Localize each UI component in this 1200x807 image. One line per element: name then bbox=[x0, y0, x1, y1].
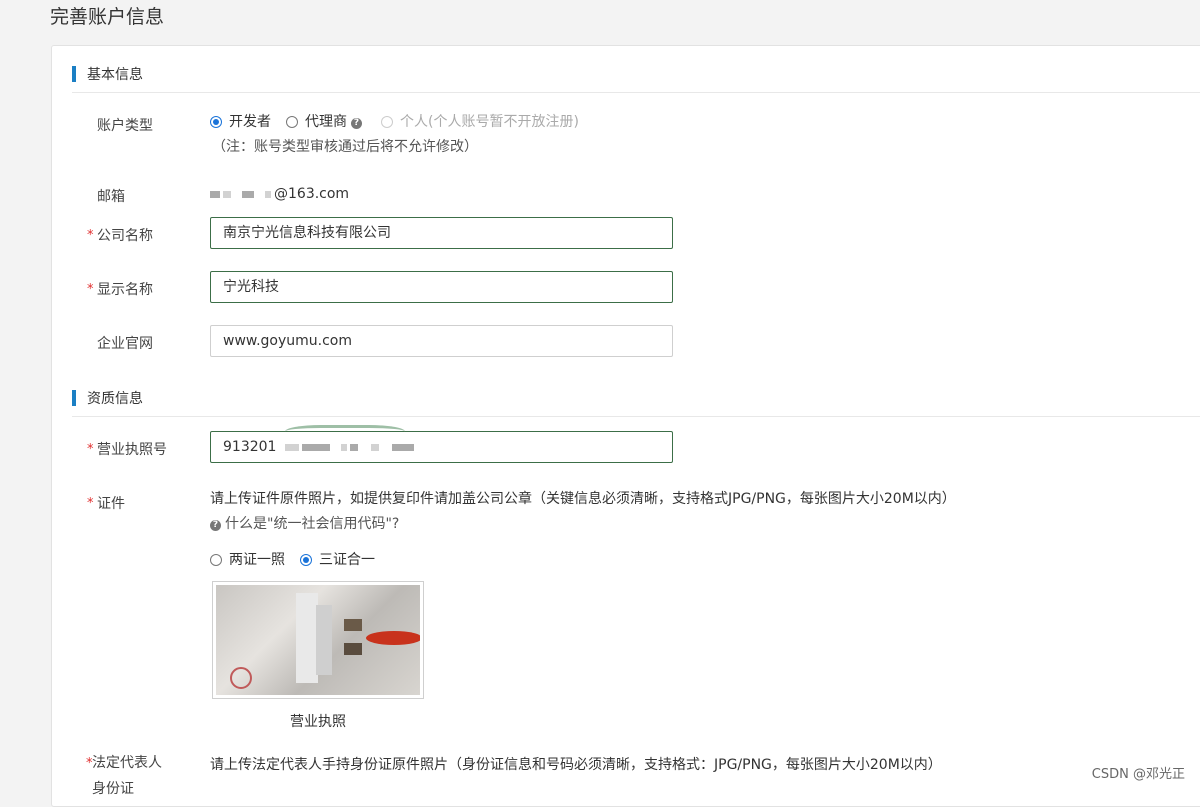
radio-checked-icon bbox=[300, 554, 312, 566]
thumbnail-caption: 营业执照 bbox=[290, 714, 346, 730]
required-mark: * bbox=[87, 496, 94, 511]
redaction-mask bbox=[391, 443, 414, 451]
section-basic-info: 基本信息 bbox=[72, 46, 1200, 93]
website-input[interactable]: www.goyumu.com bbox=[210, 325, 673, 357]
business-license-thumbnail[interactable] bbox=[212, 581, 424, 699]
radio-personal: 个人(个人账号暂不开放注册) bbox=[381, 111, 579, 131]
radio-three-in-one[interactable]: 三证合一 bbox=[300, 549, 375, 569]
redaction-mask bbox=[284, 443, 299, 451]
license-number-label: 营业执照号 bbox=[97, 442, 167, 458]
website-label: 企业官网 bbox=[97, 336, 153, 352]
account-type-label: 账户类型 bbox=[97, 118, 153, 134]
redaction-mask bbox=[223, 190, 231, 198]
radio-agent[interactable]: 代理商? bbox=[286, 111, 362, 131]
help-icon: ? bbox=[210, 520, 221, 531]
required-mark: * bbox=[87, 228, 94, 243]
certificate-instruction: 请上传证件原件照片，如提供复印件请加盖公司公章（关键信息必须清晰，支持格式JPG… bbox=[210, 491, 956, 507]
section-title: 资质信息 bbox=[87, 391, 143, 407]
redaction-mask bbox=[242, 190, 254, 198]
email-value: @163.com bbox=[210, 186, 349, 202]
radio-disabled-icon bbox=[381, 116, 393, 128]
radio-checked-icon bbox=[210, 116, 222, 128]
redaction-mask bbox=[349, 443, 358, 451]
legal-rep-label: 法定代表人 bbox=[92, 755, 162, 771]
company-name-input[interactable]: 南京宁光信息科技有限公司 bbox=[210, 217, 673, 249]
radio-two-certs[interactable]: 两证一照 bbox=[210, 549, 285, 569]
redaction-mask bbox=[301, 443, 330, 451]
certificate-label: 证件 bbox=[97, 496, 125, 512]
stamp-mark bbox=[230, 667, 252, 689]
section-title: 基本信息 bbox=[87, 67, 143, 83]
display-name-input[interactable]: 宁光科技 bbox=[210, 271, 673, 303]
display-name-label: 显示名称 bbox=[97, 282, 153, 298]
company-name-label: 公司名称 bbox=[97, 228, 153, 244]
email-label: 邮箱 bbox=[97, 189, 125, 205]
legal-rep-instruction: 请上传法定代表人手持身份证原件照片（身份证信息和号码必须清晰，支持格式：JPG/… bbox=[210, 757, 942, 773]
required-mark: * bbox=[87, 282, 94, 297]
section-accent-bar bbox=[72, 66, 76, 82]
legal-rep-label-line2: 身份证 bbox=[92, 781, 134, 797]
seal-mark bbox=[366, 631, 420, 645]
redaction-mask bbox=[265, 190, 271, 198]
redaction-mask bbox=[210, 190, 220, 198]
account-type-note: （注：账号类型审核通过后将不允许修改） bbox=[212, 139, 478, 155]
section-accent-bar bbox=[72, 390, 76, 406]
radio-developer[interactable]: 开发者 bbox=[210, 111, 271, 131]
redaction-mask bbox=[370, 443, 379, 451]
decorative-stroke bbox=[285, 425, 405, 438]
radio-unchecked-icon bbox=[210, 554, 222, 566]
account-form-panel: 基本信息 账户类型 开发者 代理商? 个人(个人账号暂不开放注册) （注：账号类… bbox=[51, 45, 1200, 807]
license-number-input[interactable]: 913201 bbox=[210, 431, 673, 463]
radio-unchecked-icon bbox=[286, 116, 298, 128]
required-mark: * bbox=[87, 442, 94, 457]
watermark: CSDN @邓光正 bbox=[1091, 767, 1185, 782]
credit-code-help-link[interactable]: ? 什么是"统一社会信用代码"? bbox=[210, 513, 399, 533]
redaction-mask bbox=[340, 443, 347, 451]
page-title: 完善账户信息 bbox=[50, 6, 165, 28]
help-icon[interactable]: ? bbox=[351, 118, 362, 129]
license-photo bbox=[216, 585, 420, 695]
section-qualification-info: 资质信息 bbox=[72, 370, 1200, 417]
